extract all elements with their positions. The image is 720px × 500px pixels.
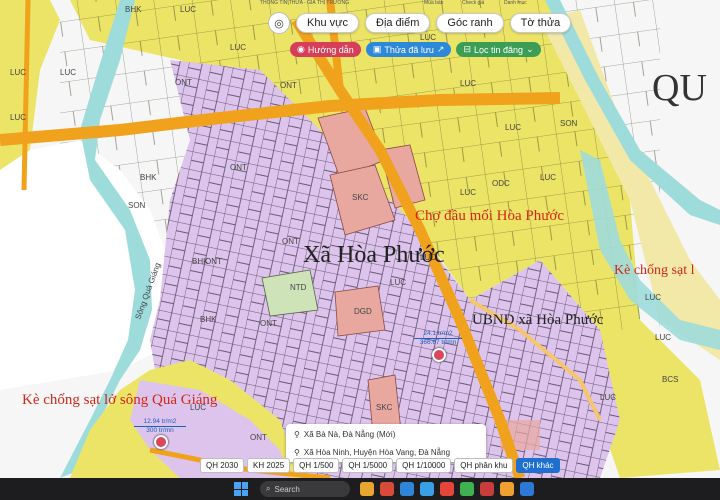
locate-icon[interactable]: ◎ <box>268 12 290 34</box>
filter-icon: ⊟ <box>463 44 472 54</box>
tab-qh-khac[interactable]: QH khác <box>516 458 560 473</box>
app-icon-orange[interactable] <box>500 482 514 496</box>
svg-text:BHK: BHK <box>125 5 142 14</box>
svg-text:LUC: LUC <box>420 33 436 42</box>
label-district: QU <box>652 67 707 109</box>
windows-start-icon[interactable] <box>234 482 248 496</box>
app-icon-navy[interactable] <box>520 482 534 496</box>
filter-listings-label: Lọc tin đăng <box>474 44 524 55</box>
guide-label: Hướng dẫn <box>307 44 354 55</box>
menu-mua-ban[interactable]: Mua bán <box>424 0 443 6</box>
label-market: Chợ đầu mối Hòa Phước <box>415 208 564 224</box>
saved-parcels-button[interactable]: ▣ Thửa đã lưu ↗ <box>365 42 452 57</box>
taskbar-search-label: Search <box>274 484 300 494</box>
tab-qh-phan-khu[interactable]: QH phân khu <box>454 458 514 473</box>
tab-dia-diem[interactable]: Địa điểm <box>365 13 431 33</box>
app-icon-dark-red[interactable] <box>480 482 494 496</box>
svg-text:NTD: NTD <box>290 283 307 292</box>
svg-text:SKC: SKC <box>352 193 369 202</box>
tab-kh-2025[interactable]: KH 2025 <box>247 458 291 473</box>
app-icon-red[interactable] <box>380 482 394 496</box>
svg-text:ONT: ONT <box>175 78 192 87</box>
guide-icon: ◉ <box>297 44 305 54</box>
svg-text:LUC: LUC <box>460 188 476 197</box>
svg-text:LUC: LUC <box>230 43 246 52</box>
tab-to-thua[interactable]: Tờ thửa <box>509 13 572 33</box>
svg-text:LUC: LUC <box>540 173 556 182</box>
svg-text:ONT: ONT <box>282 237 299 246</box>
saved-parcels-label: Thửa đã lưu <box>384 44 434 55</box>
price-per-mn: 366.67 tr/mn <box>419 339 457 346</box>
svg-text:ONT: ONT <box>230 163 247 172</box>
price-label-1[interactable]: 24.1 tr/m2 366.67 tr/mn <box>414 330 462 347</box>
taskbar-search[interactable]: ⌕ Search <box>260 481 350 497</box>
ntd-block <box>261 269 319 317</box>
action-chips: ◉ Hướng dẫn ▣ Thửa đã lưu ↗ ⊟ Lọc tin đă… <box>290 42 541 57</box>
tab-goc-ranh[interactable]: Góc ranh <box>436 13 504 33</box>
price-label-2[interactable]: 12.94 tr/m2 300 tr/mn <box>134 418 186 435</box>
svg-text:LUC: LUC <box>10 113 26 122</box>
chrome-icon[interactable] <box>440 482 454 496</box>
svg-text:ODC: ODC <box>492 179 510 188</box>
svg-text:LUC: LUC <box>10 68 26 77</box>
menu-check-gia[interactable]: Check giá <box>462 0 484 6</box>
svg-text:BCS: BCS <box>662 375 678 384</box>
screen: BHK LUC LUC LUC LUC LUC ONT ONT ONT ONT … <box>0 0 720 500</box>
explorer-icon[interactable] <box>360 482 374 496</box>
location-pin-icon: ⚲ <box>294 430 300 439</box>
svg-text:LUC: LUC <box>180 5 196 14</box>
svg-text:LUC: LUC <box>655 333 671 342</box>
svg-text:BHK: BHK <box>192 257 209 266</box>
taskbar: ⌕ Search <box>0 478 720 500</box>
price-per-m2: 24.1 tr/m2 <box>414 330 462 339</box>
svg-text:ONT: ONT <box>260 319 277 328</box>
menu-danh-muc[interactable]: Danh mục <box>504 0 527 6</box>
tab-qh-1-5000[interactable]: QH 1/5000 <box>342 458 394 473</box>
tab-qh-2030[interactable]: QH 2030 <box>200 458 245 473</box>
app-icon-blue[interactable] <box>420 482 434 496</box>
address-old: Xã Hòa Ninh, Huyện Hòa Vang, Đà Nẵng <box>303 448 451 457</box>
search-tabs: ◎ Khu vực Địa điểm Góc ranh Tờ thửa <box>268 12 572 34</box>
label-ubnd: UBND xã Hòa Phước <box>472 312 604 328</box>
svg-text:DGD: DGD <box>354 307 372 316</box>
planning-tabs: QH 2030 KH 2025 QH 1/500 QH 1/5000 QH 1/… <box>200 458 560 473</box>
svg-text:SON: SON <box>560 119 578 128</box>
svg-text:BHK: BHK <box>140 173 157 182</box>
search-icon: ⌕ <box>266 484 271 493</box>
svg-text:SKC: SKC <box>376 403 393 412</box>
bookmark-icon: ▣ <box>372 44 382 54</box>
price-pin-1[interactable] <box>432 348 446 362</box>
top-bar: THÔNG TIN THỬA - GIÁ THỊ TRƯỜNG Mua bán … <box>258 0 558 8</box>
svg-text:LUC: LUC <box>600 393 616 402</box>
location-pin-icon: ⚲ <box>294 448 300 457</box>
tab-qh-1-500[interactable]: QH 1/500 <box>293 458 340 473</box>
label-ke-right: Kè chống sạt l <box>614 263 695 278</box>
chevron-down-icon: ⌄ <box>526 44 534 54</box>
guide-button[interactable]: ◉ Hướng dẫn <box>290 42 361 57</box>
address-new: Xã Bà Nà, Đà Nẵng (Mới) <box>303 430 396 439</box>
price-pin-2[interactable] <box>154 435 168 449</box>
price-per-m2: 12.94 tr/m2 <box>134 418 186 427</box>
svg-text:LUC: LUC <box>460 79 476 88</box>
top-small-label: THÔNG TIN THỬA - GIÁ THỊ TRƯỜNG <box>260 0 350 6</box>
filter-listings-button[interactable]: ⊟ Lọc tin đăng ⌄ <box>456 42 541 57</box>
edge-icon[interactable] <box>400 482 414 496</box>
svg-text:SON: SON <box>128 201 146 210</box>
label-commune: Xã Hòa Phước <box>303 242 445 268</box>
price-per-mn: 300 tr/mn <box>146 427 174 434</box>
address-row-new: ⚲ Xã Bà Nà, Đà Nẵng (Mới) <box>286 427 486 442</box>
svg-text:ONT: ONT <box>250 433 267 442</box>
address-panel: ⚲ Xã Bà Nà, Đà Nẵng (Mới) ⚲ Xã Hòa Ninh,… <box>286 424 486 462</box>
svg-text:BHK: BHK <box>200 315 217 324</box>
svg-text:ONT: ONT <box>280 81 297 90</box>
svg-text:LUC: LUC <box>390 278 406 287</box>
svg-text:LUC: LUC <box>645 293 661 302</box>
svg-text:LUC: LUC <box>60 68 76 77</box>
label-ke-left: Kè chống sạt lở sông Quá Giáng <box>22 392 218 408</box>
tab-qh-1-10000[interactable]: QH 1/10000 <box>396 458 452 473</box>
app-icon-green[interactable] <box>460 482 474 496</box>
svg-text:LUC: LUC <box>505 123 521 132</box>
tab-khu-vuc[interactable]: Khu vực <box>296 13 359 33</box>
external-link-icon: ↗ <box>436 44 445 54</box>
